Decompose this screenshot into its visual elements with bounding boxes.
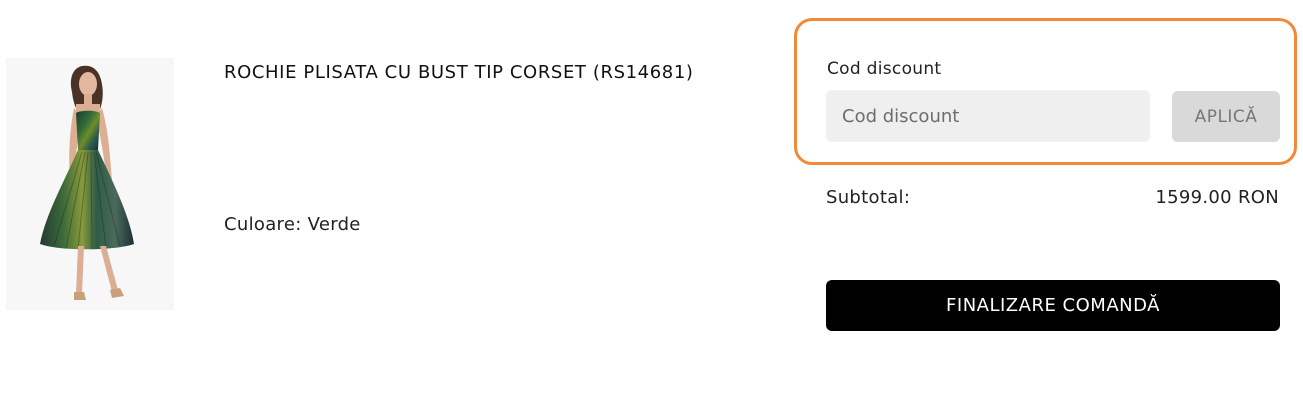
checkout-button[interactable]: FINALIZARE COMANDĂ bbox=[826, 280, 1280, 331]
subtotal-label: Subtotal: bbox=[826, 187, 911, 208]
cart-page: ROCHIE PLISATA CU BUST TIP CORSET (RS146… bbox=[0, 0, 1303, 400]
subtotal-value: 1599.00 RON bbox=[1155, 187, 1279, 208]
dress-model-illustration bbox=[40, 65, 134, 300]
color-label: Culoare: bbox=[224, 214, 302, 235]
discount-section: Cod discount APLICĂ bbox=[794, 18, 1297, 165]
discount-code-input[interactable] bbox=[826, 90, 1150, 142]
product-image[interactable] bbox=[6, 58, 174, 310]
discount-title: Cod discount bbox=[827, 59, 942, 79]
product-name[interactable]: ROCHIE PLISATA CU BUST TIP CORSET (RS146… bbox=[224, 62, 694, 83]
color-value: Verde bbox=[307, 214, 361, 235]
apply-discount-button[interactable]: APLICĂ bbox=[1172, 91, 1280, 142]
product-color: Culoare: Verde bbox=[224, 214, 361, 235]
